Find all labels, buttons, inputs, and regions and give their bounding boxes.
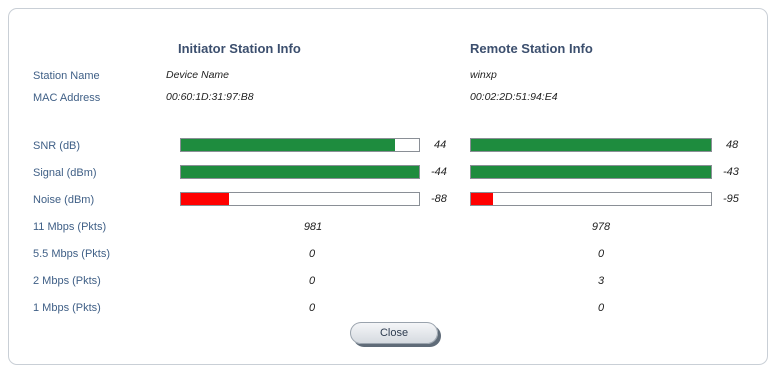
station-info-panel — [8, 8, 768, 365]
initiator-header: Initiator Station Info — [178, 41, 301, 56]
remote-station-name: winxp — [470, 69, 497, 81]
rate-2-label: 2 Mbps (Pkts) — [33, 275, 101, 287]
signal-label: Signal (dBm) — [33, 167, 97, 179]
close-button[interactable]: Close — [350, 322, 438, 344]
remote-noise-bar — [470, 192, 712, 206]
rate-1-label: 1 Mbps (Pkts) — [33, 302, 101, 314]
remote-noise-value: -95 — [723, 193, 739, 205]
initiator-pkts-2: 0 — [308, 275, 316, 287]
initiator-pkts-11: 981 — [303, 221, 323, 233]
initiator-signal-value: -44 — [431, 166, 447, 178]
remote-pkts-1: 0 — [597, 302, 605, 314]
initiator-station-name: Device Name — [166, 69, 230, 81]
initiator-signal-bar — [180, 165, 420, 179]
initiator-noise-bar — [180, 192, 420, 206]
rate-5-5-label: 5.5 Mbps (Pkts) — [33, 248, 111, 260]
remote-pkts-11: 978 — [591, 221, 611, 233]
remote-pkts-2: 3 — [597, 275, 605, 287]
rate-11-label: 11 Mbps (Pkts) — [33, 221, 107, 233]
remote-snr-bar — [470, 138, 712, 152]
initiator-pkts-5-5: 0 — [308, 248, 316, 260]
initiator-pkts-1: 0 — [308, 302, 316, 314]
remote-signal-value: -43 — [723, 166, 739, 178]
initiator-snr-value: 44 — [434, 139, 447, 151]
initiator-mac: 00:60:1D:31:97:B8 — [166, 91, 254, 103]
initiator-noise-value: -88 — [431, 193, 447, 205]
station-name-label: Station Name — [33, 70, 100, 82]
snr-label: SNR (dB) — [33, 140, 81, 152]
remote-signal-bar — [470, 165, 712, 179]
remote-mac: 00:02:2D:51:94:E4 — [470, 91, 558, 103]
mac-address-label: MAC Address — [33, 92, 101, 104]
remote-snr-value: 48 — [726, 139, 739, 151]
initiator-snr-bar — [180, 138, 420, 152]
remote-pkts-5-5: 0 — [597, 248, 605, 260]
noise-label: Noise (dBm) — [33, 194, 95, 206]
remote-header: Remote Station Info — [470, 41, 593, 56]
